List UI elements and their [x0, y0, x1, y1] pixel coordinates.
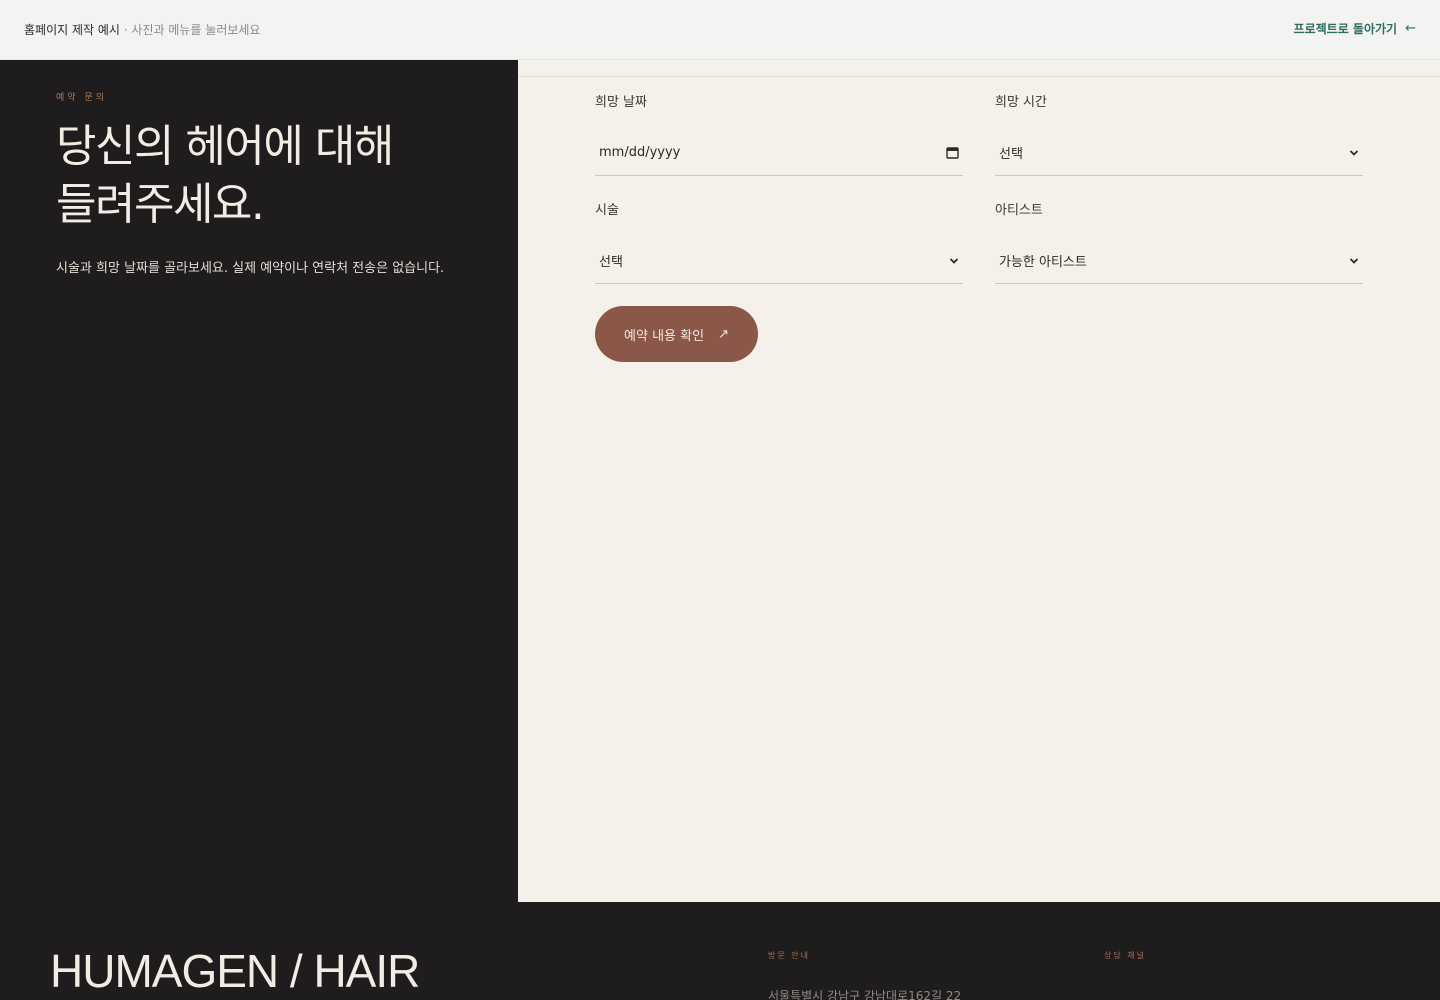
back-link-label: 프로젝트로 돌아가기	[1293, 22, 1398, 36]
chevron-down-icon	[949, 257, 959, 264]
contact-channels: 상담 채널	[1104, 950, 1146, 961]
top-divider	[518, 76, 1440, 77]
service-selected-value: 선택	[599, 255, 623, 270]
headline-line-2: 들려주세요.	[56, 179, 265, 230]
calendar-icon[interactable]	[946, 146, 959, 159]
visit-address: 서울특별시 강남구 강남대로162길 22	[768, 989, 962, 1000]
site-footer: HUMAGEN / HAIR 방문 안내 서울특별시 강남구 강남대로162길 …	[0, 902, 1440, 1000]
time-select[interactable]: 선택	[995, 130, 1363, 176]
service-label: 시술	[595, 203, 619, 218]
date-placeholder: mm/dd/yyyy	[599, 145, 681, 160]
time-selected-value: 선택	[999, 147, 1023, 162]
intro-panel: 예약 문의 당신의 헤어에 대해 들려주세요. 시술과 희망 날짜를 골라보세요…	[0, 60, 518, 902]
chevron-down-icon	[1349, 257, 1359, 264]
demo-title: 홈페이지 제작 예시	[24, 23, 120, 37]
date-label: 희망 날짜	[595, 95, 647, 110]
artist-select[interactable]: 가능한 아티스트	[995, 238, 1363, 284]
brand-wordmark: HUMAGEN / HAIR	[50, 945, 420, 997]
back-to-project-link[interactable]: 프로젝트로 돌아가기 ←	[1294, 20, 1416, 37]
headline-line-1: 당신의 헤어에 대해	[56, 121, 394, 172]
date-field: 희망 날짜 mm/dd/yyyy	[595, 91, 963, 176]
service-select[interactable]: 선택	[595, 238, 963, 284]
confirm-booking-button[interactable]: 예약 내용 확인 ↗	[595, 306, 758, 362]
section-eyebrow: 예약 문의	[56, 93, 107, 103]
service-field: 시술 선택	[595, 199, 963, 284]
caption-separator: ·	[119, 23, 132, 37]
time-field: 희망 시간 선택	[995, 91, 1363, 176]
booking-form-panel: 희망 날짜 mm/dd/yyyy 희망 시간 선택 시술 선택 아티스트 가능한…	[518, 60, 1440, 902]
artist-selected-value: 가능한 아티스트	[999, 255, 1087, 270]
demo-caption: 홈페이지 제작 예시 · 사진과 메뉴를 눌러보세요	[24, 21, 260, 38]
demo-hint: 사진과 메뉴를 눌러보세요	[131, 23, 261, 37]
arrow-up-right-icon: ↗	[718, 326, 729, 342]
intro-lead: 시술과 희망 날짜를 골라보세요. 실제 예약이나 연락처 전송은 없습니다.	[56, 261, 445, 276]
contact-caption: 상담 채널	[1104, 951, 1146, 960]
chevron-down-icon	[1349, 149, 1359, 156]
arrow-left-icon: ←	[1405, 21, 1416, 36]
artist-label: 아티스트	[995, 203, 1043, 218]
visit-caption: 방문 안내	[768, 951, 810, 960]
time-label: 희망 시간	[995, 95, 1047, 110]
page-title: 당신의 헤어에 대해 들려주세요.	[56, 118, 496, 234]
confirm-button-label: 예약 내용 확인	[624, 328, 705, 344]
visit-info: 방문 안내 서울특별시 강남구 강남대로162길 22	[768, 950, 961, 1000]
date-input[interactable]: mm/dd/yyyy	[595, 130, 963, 176]
artist-field: 아티스트 가능한 아티스트	[995, 199, 1363, 284]
top-bar: 홈페이지 제작 예시 · 사진과 메뉴를 눌러보세요 프로젝트로 돌아가기 ←	[0, 0, 1440, 60]
